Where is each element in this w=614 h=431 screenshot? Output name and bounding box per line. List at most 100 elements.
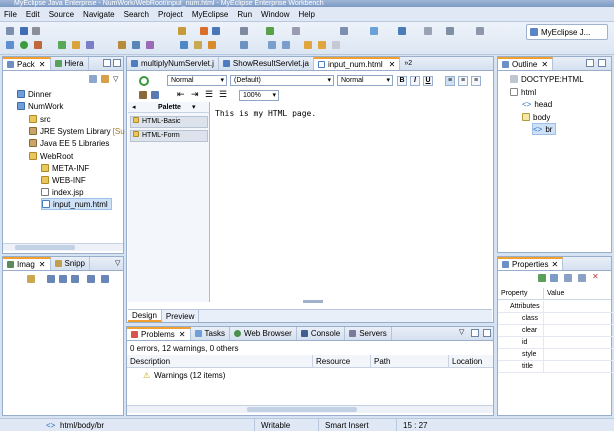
tab-snippets[interactable]: Snipp — [51, 257, 90, 270]
zoom-fit-icon[interactable] — [27, 275, 35, 283]
table-row[interactable]: ⚠ Warnings (12 items) — [127, 369, 493, 381]
numbered-list-icon[interactable]: ☰ — [205, 89, 213, 100]
deploy-icon[interactable] — [132, 41, 140, 49]
css-icon[interactable] — [212, 27, 220, 35]
tab-package-explorer[interactable]: Pack ✕ — [3, 57, 51, 70]
outline-item-doctype[interactable]: DOCTYPE:HTML — [510, 73, 584, 85]
resource-column-header[interactable]: Resource — [313, 355, 371, 368]
outline-item-body[interactable]: body — [522, 111, 550, 123]
tab-properties[interactable]: Properties ✕ — [498, 257, 564, 270]
collapse-palette-icon[interactable]: ◂ — [132, 102, 136, 113]
tool-icon[interactable] — [446, 27, 454, 35]
tree-item-web-inf[interactable]: WEB-INF — [41, 174, 86, 186]
maximize-icon[interactable] — [598, 59, 606, 67]
edit-icon[interactable] — [292, 27, 300, 35]
tab-input-num-html[interactable]: input_num.html ✕ — [313, 57, 401, 70]
menu-help[interactable]: Help — [298, 10, 314, 19]
property-row[interactable]: title — [498, 361, 614, 373]
outline-item-br[interactable]: <> br — [532, 123, 557, 135]
tab-problems[interactable]: Problems ✕ — [127, 327, 191, 340]
tree-item-src[interactable]: src — [29, 113, 51, 125]
collapse-all-icon[interactable] — [89, 75, 97, 83]
tree-item-javaee[interactable]: Java EE 5 Libraries — [29, 137, 109, 149]
zoom-out-icon[interactable] — [59, 275, 67, 283]
new-icon[interactable] — [6, 27, 14, 35]
outline-item-html[interactable]: html — [510, 86, 536, 98]
splitter-handle[interactable] — [303, 300, 323, 303]
property-column-header[interactable]: Property — [498, 288, 544, 299]
tab-tasks[interactable]: Tasks — [191, 327, 230, 340]
format-icon[interactable] — [139, 91, 147, 99]
tree-item-input-num-html[interactable]: input_num.html — [41, 198, 112, 210]
tab-multiply-num-servlet[interactable]: multiplyNumServlet.j — [127, 57, 219, 70]
prev-annotation-icon[interactable] — [282, 41, 290, 49]
navigate-icon[interactable] — [180, 41, 188, 49]
tree-item-numwork[interactable]: NumWork — [17, 100, 63, 112]
view-menu-icon[interactable]: ▽ — [459, 328, 464, 336]
wizard-icon[interactable] — [340, 27, 348, 35]
outline-item-head[interactable]: <> head — [522, 98, 552, 110]
scroll-thumb[interactable] — [15, 245, 75, 250]
horizontal-scrollbar[interactable] — [3, 243, 123, 251]
property-row[interactable]: style — [498, 349, 614, 361]
tree-item-index-jsp[interactable]: index.jsp — [41, 186, 84, 198]
delete-icon[interactable]: ✕ — [592, 272, 599, 281]
bold-button[interactable]: B — [397, 76, 407, 86]
indent-icon[interactable]: ⇥ — [191, 89, 199, 100]
menu-myeclipse[interactable]: MyEclipse — [192, 10, 228, 19]
uml-icon[interactable] — [424, 27, 432, 35]
back-icon[interactable] — [304, 41, 312, 49]
save-icon[interactable] — [20, 27, 28, 35]
minimize-icon[interactable] — [471, 329, 479, 337]
property-row[interactable]: class — [498, 313, 614, 325]
view-menu-icon[interactable]: ▽ — [115, 259, 120, 267]
design-canvas[interactable]: This is my HTML page. — [211, 102, 493, 303]
align-right-button[interactable]: ≡ — [471, 76, 481, 86]
tree-item-webroot[interactable]: WebRoot — [29, 150, 73, 162]
tab-preview[interactable]: Preview — [162, 310, 200, 322]
underline-button[interactable]: U — [423, 76, 433, 86]
tab-design[interactable]: Design — [128, 310, 162, 322]
refresh-icon[interactable] — [266, 27, 274, 35]
minimize-icon[interactable] — [586, 59, 594, 67]
font-family-select[interactable]: (Default) — [230, 75, 334, 86]
tree-item-dinner[interactable]: Dinner — [17, 88, 52, 100]
align-center-button[interactable]: ≡ — [458, 76, 468, 86]
tab-outline[interactable]: Outline ✕ — [498, 57, 554, 70]
zoom-in-icon[interactable] — [47, 275, 55, 283]
advanced-icon[interactable] — [564, 274, 572, 282]
open-type-icon[interactable] — [72, 41, 80, 49]
outdent-icon[interactable]: ⇤ — [177, 89, 185, 100]
next-annotation-icon[interactable] — [268, 41, 276, 49]
close-icon[interactable]: ✕ — [541, 60, 548, 69]
property-row[interactable]: clear — [498, 325, 614, 337]
menu-navigate[interactable]: Navigate — [83, 10, 115, 19]
categories-icon[interactable] — [538, 274, 546, 282]
refresh-icon[interactable] — [139, 76, 149, 86]
palette-menu-icon[interactable]: ▾ — [192, 102, 196, 113]
tab-web-browser[interactable]: Web Browser — [230, 327, 297, 340]
italic-button[interactable]: I — [410, 76, 420, 86]
horizontal-scrollbar[interactable] — [127, 405, 493, 413]
new-java-project-icon[interactable] — [58, 41, 66, 49]
path-column-header[interactable]: Path — [371, 355, 449, 368]
scroll-thumb[interactable] — [247, 407, 357, 412]
align-left-button[interactable]: ≡ — [445, 76, 455, 86]
zoom-icon[interactable] — [71, 275, 79, 283]
tab-console[interactable]: Console — [297, 327, 346, 340]
filter-icon[interactable] — [550, 274, 558, 282]
debug-icon[interactable] — [6, 41, 14, 49]
tree-item-jre[interactable]: JRE System Library [Su — [29, 125, 125, 137]
menu-edit[interactable]: Edit — [26, 10, 40, 19]
minimize-icon[interactable] — [103, 59, 111, 67]
search-icon[interactable] — [86, 41, 94, 49]
tree-item-meta-inf[interactable]: META-INF — [41, 162, 89, 174]
tab-show-result-servlet[interactable]: ShowResultServlet.ja — [219, 57, 314, 70]
close-icon[interactable]: ✕ — [551, 260, 558, 269]
explorer-icon[interactable] — [398, 27, 406, 35]
bookmark-icon[interactable] — [208, 41, 216, 49]
property-category[interactable]: Attributes — [498, 301, 614, 313]
palette-group-html-form[interactable]: HTML-Form — [130, 130, 208, 142]
bullet-list-icon[interactable]: ☰ — [219, 89, 227, 100]
palette-group-html-basic[interactable]: HTML-Basic — [130, 116, 208, 128]
